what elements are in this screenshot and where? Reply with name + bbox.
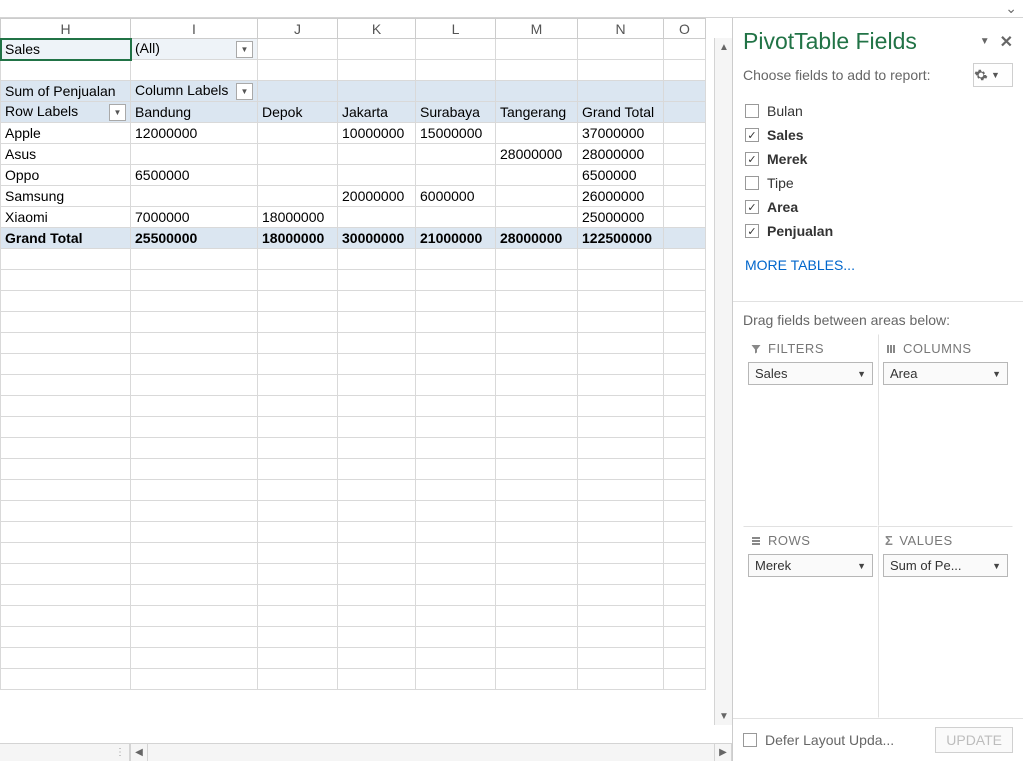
columns-area-label: COLUMNS bbox=[903, 341, 972, 356]
filters-area[interactable]: FILTERS Sales ▼ bbox=[743, 334, 878, 526]
tools-button[interactable]: ▼ bbox=[973, 63, 1013, 87]
row-labels-text: Row Labels bbox=[5, 103, 78, 119]
col-hdr-4[interactable]: Tangerang bbox=[496, 102, 578, 123]
col-header-K[interactable]: K bbox=[338, 19, 416, 39]
field-item-area[interactable]: ✓ Area bbox=[743, 195, 1013, 219]
fields-list: Bulan ✓ Sales ✓ Merek Tipe ✓ Area ✓ Penj… bbox=[733, 95, 1023, 247]
checkbox-icon[interactable]: ✓ bbox=[745, 128, 759, 142]
field-item-penjualan[interactable]: ✓ Penjualan bbox=[743, 219, 1013, 243]
areas-grid: FILTERS Sales ▼ COLUMNS Area ▼ bbox=[733, 334, 1023, 718]
filter-field-cell[interactable]: Sales bbox=[1, 39, 131, 60]
pivot-col-labels-text: Column Labels bbox=[135, 82, 228, 98]
grand-total-row: Grand Total 25500000 18000000 30000000 2… bbox=[1, 228, 706, 249]
horizontal-scrollbar[interactable]: ⋮ ◀ ▶ bbox=[0, 743, 732, 761]
rows-chip[interactable]: Merek ▼ bbox=[748, 554, 873, 577]
sheet-tab-resize-icon[interactable]: ⋮ bbox=[115, 747, 125, 758]
values-chip[interactable]: Sum of Pe... ▼ bbox=[883, 554, 1008, 577]
col-hdr-3[interactable]: Surabaya bbox=[416, 102, 496, 123]
col-header-I[interactable]: I bbox=[131, 19, 258, 39]
table-row: Samsung 20000000 6000000 26000000 bbox=[1, 186, 706, 207]
columns-icon bbox=[885, 343, 897, 355]
spreadsheet-grid[interactable]: H I J K L M N O Sales (All) ▼ bbox=[0, 18, 706, 690]
scroll-right-icon[interactable]: ▶ bbox=[714, 744, 732, 761]
col-hdr-5[interactable]: Grand Total bbox=[578, 102, 664, 123]
update-button[interactable]: UPDATE bbox=[935, 727, 1013, 753]
col-header-O[interactable]: O bbox=[664, 19, 706, 39]
field-item-sales[interactable]: ✓ Sales bbox=[743, 123, 1013, 147]
collapse-ribbon-icon[interactable]: ⌄ bbox=[1005, 0, 1017, 17]
checkbox-icon[interactable]: ✓ bbox=[745, 200, 759, 214]
areas-label: Drag fields between areas below: bbox=[733, 301, 1023, 334]
checkbox-icon[interactable] bbox=[745, 104, 759, 118]
pivot-fields-panel: PivotTable Fields ▼ ✕ Choose fields to a… bbox=[733, 18, 1023, 761]
col-header-J[interactable]: J bbox=[258, 19, 338, 39]
scroll-down-icon[interactable]: ▼ bbox=[715, 707, 732, 725]
row-labels-dropdown-icon[interactable]: ▼ bbox=[109, 104, 126, 121]
table-row: Xiaomi 7000000 18000000 25000000 bbox=[1, 207, 706, 228]
field-item-tipe[interactable]: Tipe bbox=[743, 171, 1013, 195]
columns-chip[interactable]: Area ▼ bbox=[883, 362, 1008, 385]
rows-icon bbox=[750, 535, 762, 547]
table-row: Oppo 6500000 6500000 bbox=[1, 165, 706, 186]
panel-close-icon[interactable]: ✕ bbox=[1000, 32, 1013, 52]
more-tables-link[interactable]: MORE TABLES... bbox=[733, 247, 1023, 281]
rows-area[interactable]: ROWS Merek ▼ bbox=[743, 526, 878, 718]
checkbox-icon[interactable]: ✓ bbox=[745, 224, 759, 238]
top-bar: ⌄ bbox=[0, 0, 1023, 18]
field-item-bulan[interactable]: Bulan bbox=[743, 99, 1013, 123]
row-labels-cell[interactable]: Row Labels ▼ bbox=[1, 102, 131, 123]
scroll-up-icon[interactable]: ▲ bbox=[715, 38, 732, 56]
filters-chip[interactable]: Sales ▼ bbox=[748, 362, 873, 385]
values-area-label: VALUES bbox=[899, 533, 952, 548]
filter-dropdown-icon[interactable]: ▼ bbox=[236, 41, 253, 58]
field-item-merek[interactable]: ✓ Merek bbox=[743, 147, 1013, 171]
col-header-L[interactable]: L bbox=[416, 19, 496, 39]
col-hdr-0[interactable]: Bandung bbox=[131, 102, 258, 123]
values-area[interactable]: Σ VALUES Sum of Pe... ▼ bbox=[878, 526, 1013, 718]
chevron-down-icon: ▼ bbox=[857, 369, 866, 379]
chevron-down-icon: ▼ bbox=[992, 561, 1001, 571]
filter-value-cell[interactable]: (All) ▼ bbox=[131, 39, 258, 60]
chevron-down-icon: ▼ bbox=[991, 70, 1012, 80]
panel-options-dropdown-icon[interactable]: ▼ bbox=[980, 36, 990, 47]
filter-value-text: (All) bbox=[135, 40, 160, 56]
col-header-M[interactable]: M bbox=[496, 19, 578, 39]
gear-icon bbox=[974, 68, 988, 82]
col-hdr-2[interactable]: Jakarta bbox=[338, 102, 416, 123]
defer-checkbox[interactable] bbox=[743, 733, 757, 747]
pivot-summary-label[interactable]: Sum of Penjualan bbox=[1, 81, 131, 102]
defer-label: Defer Layout Upda... bbox=[765, 732, 927, 748]
col-header-N[interactable]: N bbox=[578, 19, 664, 39]
vertical-scrollbar[interactable]: ▲ ▼ bbox=[714, 38, 732, 725]
scroll-left-icon[interactable]: ◀ bbox=[130, 744, 148, 761]
checkbox-icon[interactable] bbox=[745, 176, 759, 190]
pivot-col-labels-cell[interactable]: Column Labels ▼ bbox=[131, 81, 258, 102]
column-header-row: H I J K L M N O bbox=[1, 19, 706, 39]
filter-icon bbox=[750, 343, 762, 355]
rows-area-label: ROWS bbox=[768, 533, 810, 548]
sigma-icon: Σ bbox=[885, 533, 893, 548]
chevron-down-icon: ▼ bbox=[992, 369, 1001, 379]
table-row: Apple 12000000 10000000 15000000 3700000… bbox=[1, 123, 706, 144]
col-hdr-1[interactable]: Depok bbox=[258, 102, 338, 123]
column-labels-dropdown-icon[interactable]: ▼ bbox=[236, 83, 253, 100]
col-header-H[interactable]: H bbox=[1, 19, 131, 39]
checkbox-icon[interactable]: ✓ bbox=[745, 152, 759, 166]
panel-title: PivotTable Fields bbox=[743, 28, 974, 55]
worksheet-area: H I J K L M N O Sales (All) ▼ bbox=[0, 18, 733, 761]
chevron-down-icon: ▼ bbox=[857, 561, 866, 571]
filters-area-label: FILTERS bbox=[768, 341, 824, 356]
columns-area[interactable]: COLUMNS Area ▼ bbox=[878, 334, 1013, 526]
table-row: Asus 28000000 28000000 bbox=[1, 144, 706, 165]
panel-subtitle: Choose fields to add to report: bbox=[743, 67, 973, 83]
